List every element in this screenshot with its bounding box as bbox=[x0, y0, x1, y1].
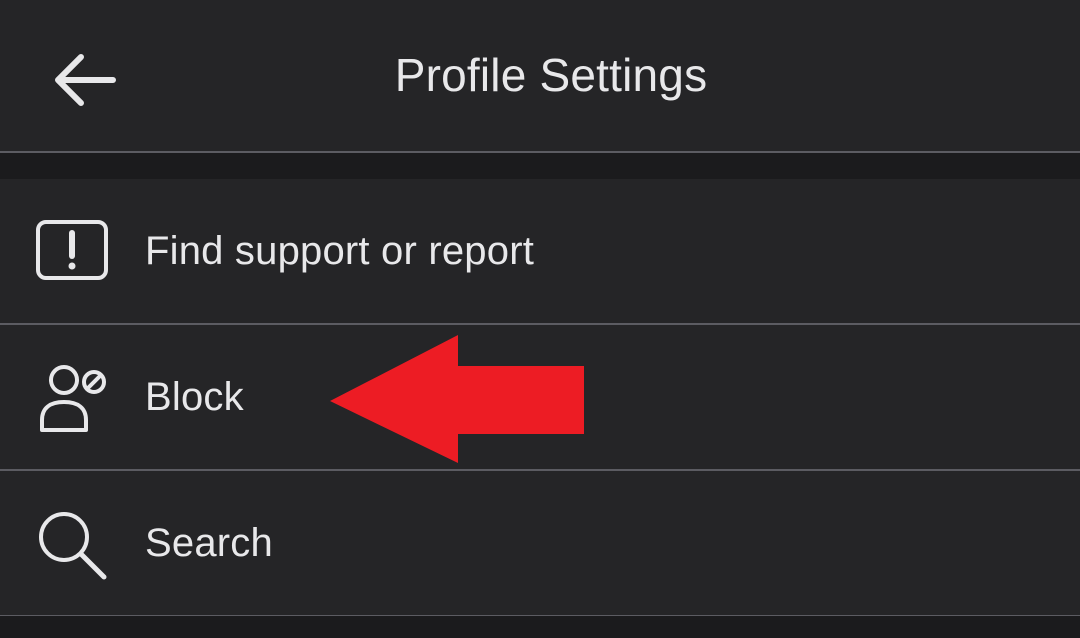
section-gap bbox=[0, 153, 1080, 179]
red-arrow-icon bbox=[330, 335, 584, 463]
bottom-gap bbox=[0, 616, 1080, 638]
menu-item-label: Block bbox=[145, 375, 244, 419]
block-user-icon bbox=[30, 355, 114, 439]
menu-item-label: Search bbox=[145, 521, 273, 565]
app-bar: Profile Settings bbox=[0, 0, 1080, 153]
search-icon bbox=[30, 503, 114, 587]
menu-item-find-support[interactable]: Find support or report bbox=[0, 179, 1080, 325]
alert-box-icon bbox=[30, 209, 114, 293]
menu-item-label: Find support or report bbox=[145, 229, 535, 273]
menu-item-search[interactable]: Search bbox=[0, 471, 1080, 617]
profile-settings-screen: Profile Settings Find support or report … bbox=[0, 0, 1080, 638]
page-title: Profile Settings bbox=[394, 49, 708, 101]
